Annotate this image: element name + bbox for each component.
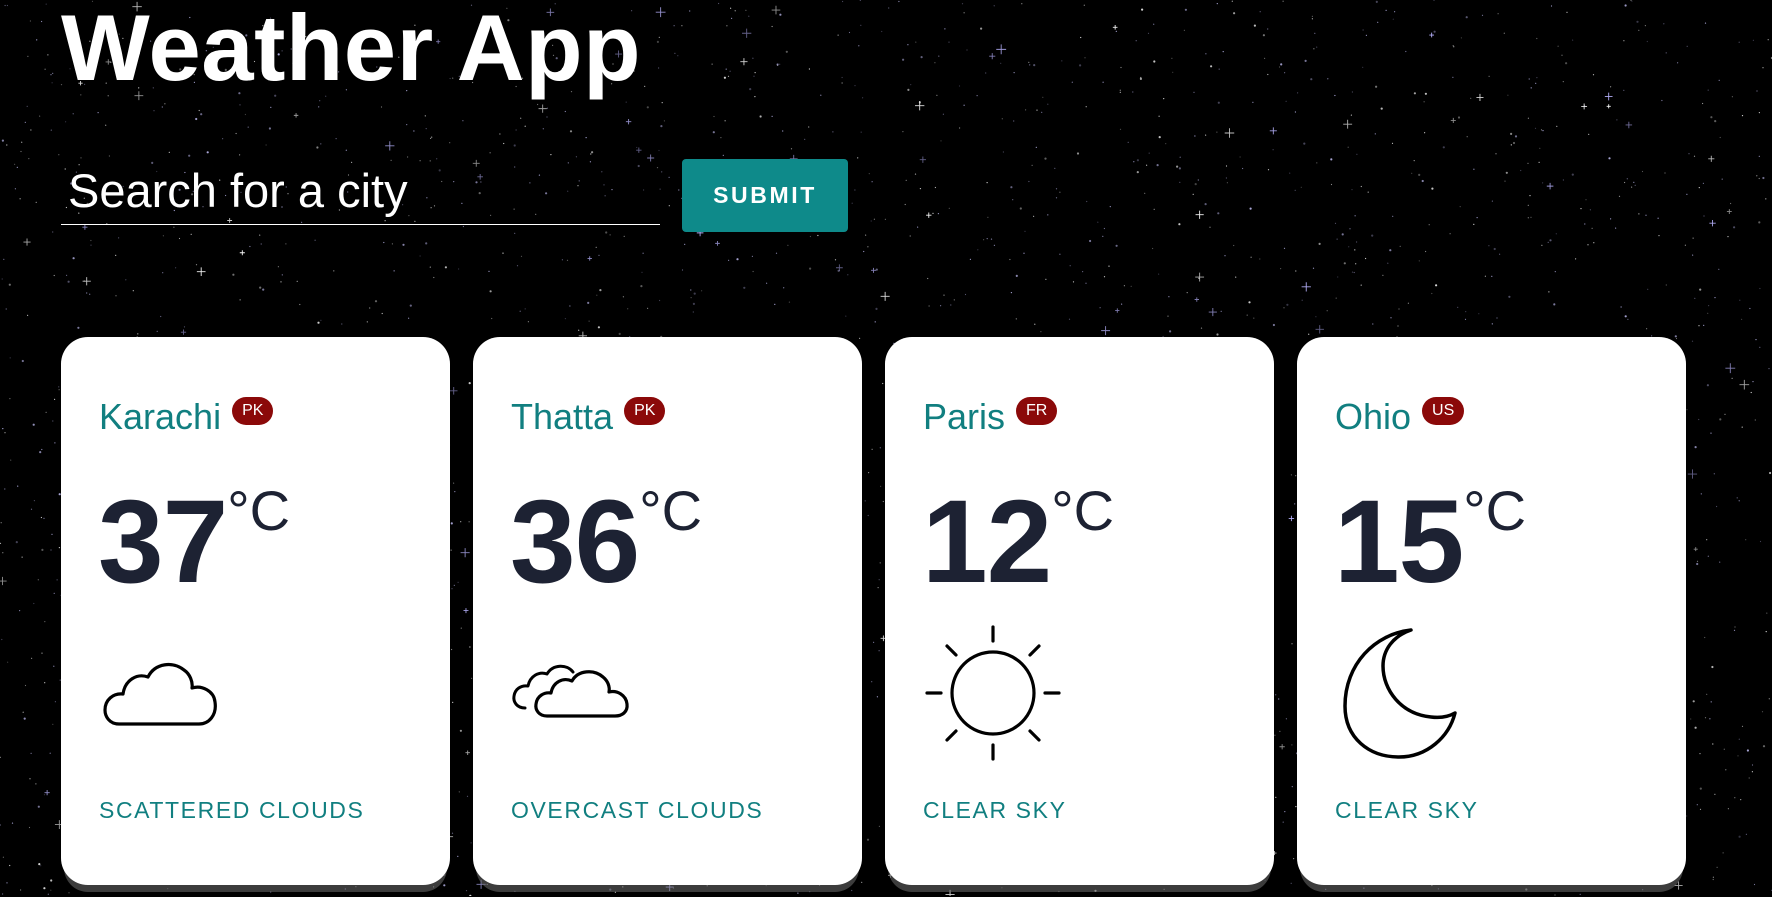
city-heading: Thatta PK [511, 395, 666, 439]
weather-card-list: Karachi PK 37 °C SCATTERED CLOUDS Thatta… [61, 337, 1711, 897]
country-badge: FR [1016, 397, 1058, 425]
weather-description: OVERCAST CLOUDS [511, 797, 764, 823]
search-input[interactable] [61, 158, 660, 222]
moon-icon [1343, 628, 1457, 759]
overcast-clouds-icon [512, 664, 629, 718]
weather-card-paris: Paris FR 12 °C CLEAR SKY [885, 337, 1274, 885]
weather-description: CLEAR SKY [1335, 797, 1479, 823]
sun-icon [925, 625, 1061, 761]
city-heading: Paris FR [923, 395, 1058, 439]
country-badge: PK [624, 397, 666, 425]
cloud-icon [103, 662, 217, 726]
temperature: 15 °C [1334, 477, 1526, 607]
city-heading: Karachi PK [99, 395, 274, 439]
temperature-unit: °C [1051, 479, 1115, 542]
app-title: Weather App [61, 0, 642, 100]
temperature-value: 15 [1334, 476, 1464, 608]
temperature-value: 37 [98, 476, 228, 608]
temperature: 12 °C [922, 477, 1114, 607]
city-name: Paris [923, 396, 1006, 437]
submit-button[interactable]: SUBMIT [682, 159, 848, 232]
weather-description: CLEAR SKY [923, 797, 1067, 823]
country-badge: PK [232, 397, 274, 425]
weather-card-thatta: Thatta PK 36 °C OVERCAST CLOUDS [473, 337, 862, 885]
search-field [61, 158, 660, 225]
temperature: 36 °C [510, 477, 702, 607]
temperature-value: 36 [510, 476, 640, 608]
city-heading: Ohio US [1335, 395, 1465, 439]
weather-card-karachi: Karachi PK 37 °C SCATTERED CLOUDS [61, 337, 450, 885]
temperature-unit: °C [639, 479, 703, 542]
temperature-value: 12 [922, 476, 1052, 608]
temperature-unit: °C [1463, 479, 1527, 542]
temperature: 37 °C [98, 477, 290, 607]
weather-app-page: Weather App SUBMIT Karachi PK 37 °C SCAT… [0, 0, 1772, 896]
country-badge: US [1422, 397, 1465, 425]
city-name: Karachi [99, 396, 222, 437]
city-name: Thatta [511, 396, 614, 437]
city-name: Ohio [1335, 396, 1412, 437]
temperature-unit: °C [227, 479, 291, 542]
weather-description: SCATTERED CLOUDS [99, 797, 365, 823]
weather-card-ohio: Ohio US 15 °C CLEAR SKY [1297, 337, 1686, 885]
